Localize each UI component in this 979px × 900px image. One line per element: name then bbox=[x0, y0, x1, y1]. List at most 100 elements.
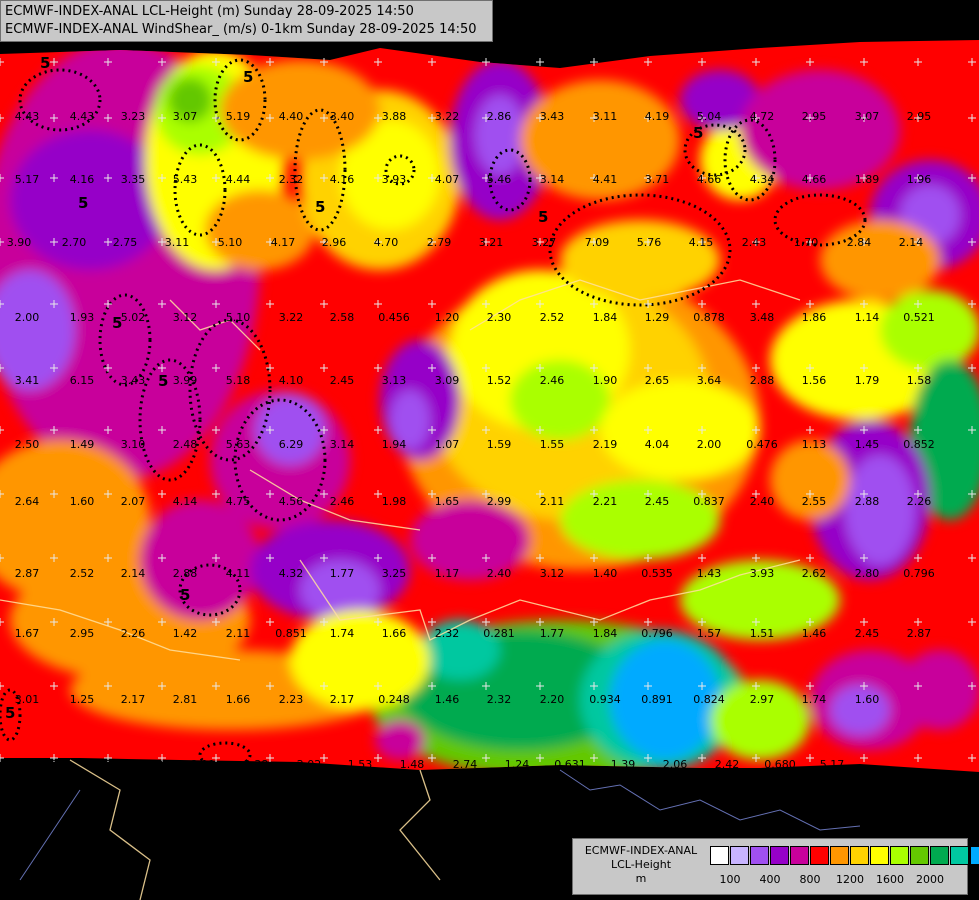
shear-value-label: 3.71 bbox=[645, 173, 670, 186]
shear-value-label: 5.63 bbox=[226, 438, 251, 451]
shear-value-label: 2.43 bbox=[742, 236, 767, 249]
shear-value-label: 0.521 bbox=[903, 311, 935, 324]
contour-label: 5 bbox=[180, 586, 190, 604]
shear-value-label: 2.06 bbox=[663, 758, 688, 771]
shear-value-label: 5.17 bbox=[15, 173, 40, 186]
shear-value-label: 2.14 bbox=[121, 567, 146, 580]
shear-value-label: 1.13 bbox=[802, 438, 827, 451]
shear-value-label: 1.20 bbox=[435, 311, 460, 324]
shear-value-label: 4.16 bbox=[330, 173, 355, 186]
shear-value-label: 1.96 bbox=[907, 173, 932, 186]
shear-value-label: 1.17 bbox=[435, 567, 460, 580]
shear-value-label: 3.14 bbox=[540, 173, 565, 186]
shear-value-label: 2.02 bbox=[297, 758, 322, 771]
shear-value-label: 1.14 bbox=[855, 311, 880, 324]
shear-value-label: 2.88 bbox=[173, 567, 198, 580]
shear-value-label: 3.93 bbox=[382, 173, 407, 186]
shear-value-label: 5.10 bbox=[218, 236, 243, 249]
shear-value-label: 5.02 bbox=[121, 311, 146, 324]
shear-value-label: 2.23 bbox=[279, 693, 304, 706]
shear-value-label: 2.00 bbox=[697, 438, 722, 451]
shear-value-label: 2.14 bbox=[899, 236, 924, 249]
shear-value-label: 2.99 bbox=[487, 495, 512, 508]
shear-value-label: 2.26 bbox=[907, 495, 932, 508]
shear-value-label: 1.65 bbox=[435, 495, 460, 508]
shear-value-label: 3.88 bbox=[382, 110, 407, 123]
shear-value-label: 3.22 bbox=[279, 311, 304, 324]
shear-value-label: 3.99 bbox=[173, 374, 198, 387]
legend-swatch bbox=[910, 846, 929, 865]
shear-value-label: 0.680 bbox=[764, 758, 796, 771]
shear-value-label: 2.52 bbox=[70, 567, 95, 580]
legend-swatch bbox=[870, 846, 889, 865]
shear-value-label: 2.17 bbox=[121, 693, 146, 706]
shear-value-label: 1.84 bbox=[593, 311, 618, 324]
shear-value-label: 1.74 bbox=[330, 627, 355, 640]
shear-value-label: 0.878 bbox=[693, 311, 725, 324]
legend-unit: m bbox=[635, 872, 647, 885]
contour-label: 5 bbox=[40, 54, 50, 72]
shear-value-label: 2.88 bbox=[855, 495, 880, 508]
shear-value-label: 3.13 bbox=[382, 374, 407, 387]
legend-swatch bbox=[710, 846, 729, 865]
legend-swatch bbox=[790, 846, 809, 865]
shear-value-label: 4.66 bbox=[802, 173, 827, 186]
shear-value-label: 1.74 bbox=[802, 693, 827, 706]
legend-tick-label: 400 bbox=[759, 873, 781, 886]
shear-value-label: 1.29 bbox=[645, 311, 670, 324]
shear-value-label: 3.40 bbox=[330, 110, 355, 123]
legend-swatch bbox=[770, 846, 789, 865]
shear-value-label: 2.45 bbox=[330, 374, 355, 387]
shear-value-label: 2.38 bbox=[244, 758, 269, 771]
shear-value-label: 0.891 bbox=[641, 693, 673, 706]
shear-value-label: 2.32 bbox=[279, 173, 304, 186]
shear-value-label: 2.96 bbox=[322, 236, 347, 249]
shear-value-label: 1.51 bbox=[750, 627, 775, 640]
shear-value-label: 5.46 bbox=[487, 173, 512, 186]
shear-value-label: 3.11 bbox=[165, 236, 190, 249]
shear-value-label: 4.44 bbox=[226, 173, 251, 186]
shear-value-label: 1.42 bbox=[173, 627, 198, 640]
title-box: ECMWF-INDEX-ANAL LCL-Height (m) Sunday 2… bbox=[0, 0, 493, 42]
shear-value-label: 4.11 bbox=[226, 567, 251, 580]
shear-value-label: 2.42 bbox=[715, 758, 740, 771]
shear-value-label: 1.60 bbox=[70, 495, 95, 508]
shear-value-label: 1.25 bbox=[70, 693, 95, 706]
shear-value-label: 3.09 bbox=[435, 374, 460, 387]
shear-value-label: 3.12 bbox=[173, 311, 198, 324]
shear-value-label: 1.43 bbox=[697, 567, 722, 580]
shear-value-label: 2.19 bbox=[593, 438, 618, 451]
shear-value-label: 0.852 bbox=[903, 438, 935, 451]
legend-tick-label: 100 bbox=[719, 873, 741, 886]
shear-value-label: 0.796 bbox=[641, 627, 673, 640]
shear-value-label: 2.50 bbox=[15, 438, 40, 451]
shear-value-label: 2.95 bbox=[907, 110, 932, 123]
shear-value-label: 5.76 bbox=[637, 236, 662, 249]
shear-value-label: 2.75 bbox=[113, 236, 138, 249]
contour-label: 5 bbox=[243, 68, 253, 86]
shear-value-label: 3.10 bbox=[121, 438, 146, 451]
shear-value-label: 6.29 bbox=[279, 438, 304, 451]
shear-value-label: 1.58 bbox=[907, 374, 932, 387]
shear-value-label: 4.43 bbox=[15, 110, 40, 123]
legend-swatch bbox=[950, 846, 969, 865]
shear-value-label: 2.46 bbox=[330, 495, 355, 508]
shear-value-label: 1.86 bbox=[802, 311, 827, 324]
shear-value-label: 2.79 bbox=[427, 236, 452, 249]
shear-value-label: 4.32 bbox=[279, 567, 304, 580]
shear-value-label: 1.66 bbox=[382, 627, 407, 640]
shear-value-label: 0.456 bbox=[378, 311, 410, 324]
legend-swatch bbox=[970, 846, 979, 865]
shear-value-label: 1.48 bbox=[400, 758, 425, 771]
shear-value-label: 2.46 bbox=[540, 374, 565, 387]
shear-value-label: 1.90 bbox=[593, 374, 618, 387]
contour-label: 5 bbox=[538, 208, 548, 226]
shear-value-label: 2.11 bbox=[540, 495, 565, 508]
shear-value-label: 2.95 bbox=[802, 110, 827, 123]
title-line-2: ECMWF-INDEX-ANAL WindShear_ (m/s) 0-1km … bbox=[5, 22, 477, 37]
shear-value-label: 1.66 bbox=[226, 693, 251, 706]
shear-value-label: 3.93 bbox=[750, 567, 775, 580]
shear-value-label: 4.72 bbox=[750, 110, 775, 123]
shear-value-label: 2.52 bbox=[540, 311, 565, 324]
legend-model: ECMWF-INDEX-ANAL bbox=[584, 844, 698, 857]
